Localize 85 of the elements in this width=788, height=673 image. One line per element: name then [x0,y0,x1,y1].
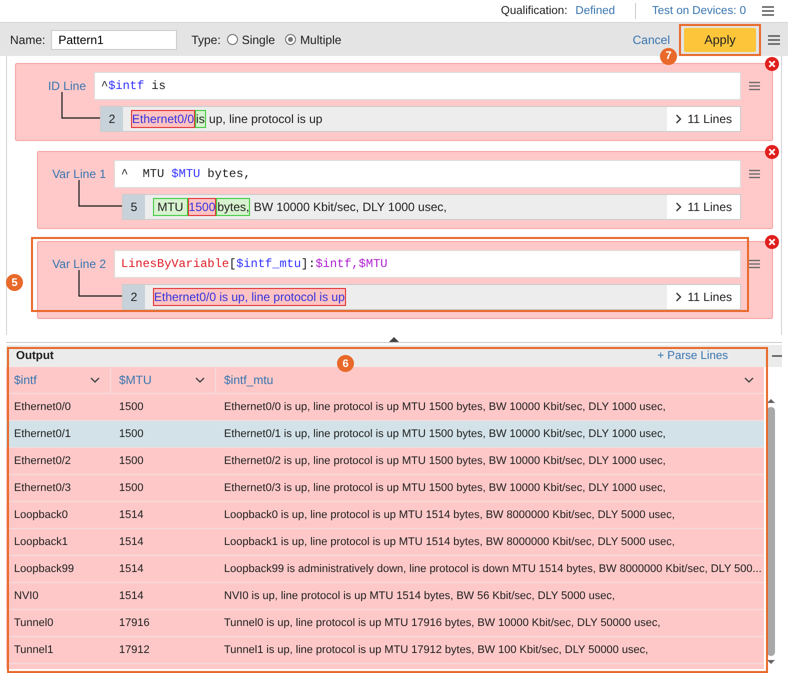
table-cell-text: Ethernet0/2 [13,455,72,467]
chevron-right-icon [674,202,682,212]
table-cell-text: Tunnel0 [13,617,54,629]
table-cell-text: Ethernet0/1 [13,428,72,440]
table-row[interactable]: NVI0 1514 NVI0 is up, line protocol is up MTU 1514 bytes, BW 56 Kbit/sec, DLY 5000 usec, [6,583,764,610]
name-field[interactable]: Pattern1 [51,30,178,50]
table-row[interactable]: Loopback1 1514 Loopback1 is up, line protocol is up MTU 1514 bytes, BW 8000000 Kbit/sec, DLY 5000 usec, [6,529,764,556]
table-row[interactable]: Loopback99 1514 Loopback99 is administratively down, line protocol is down MTU 1514 bytes, BW 8000000 Kbit/sec, DLY 500... [6,556,764,583]
table-row[interactable]: Tunnel0 17916 Tunnel0 is up, line protocol is up MTU 17916 bytes, BW 10000 Kbit/sec, DLY 50000 usec, [6,610,764,637]
table-cell-text: Ethernet0/3 is up, line protocol is up MTU 1500 bytes, BW 10000 Kbit/sec, DLY 1000 usec, [223,482,667,494]
apply-button[interactable]: Apply [684,28,756,52]
delete-icon[interactable] [765,57,779,71]
parse-lines-link[interactable]: + Parse Lines [657,350,728,362]
chevron-right-icon [674,114,682,124]
pattern-field[interactable]: ^$intf is [94,72,741,100]
table-cell-text: Loopback99 is administratively down, line protocol is down MTU 1514 bytes, BW 8000000 Kbit/sec, DLY 500... [223,563,763,575]
table-row[interactable]: Tunnel1 17912 Tunnel1 is up, line protocol is up MTU 17912 bytes, BW 100 Kbit/sec, DLY 50000 usec, [6,637,764,664]
line-number: 2 [101,107,123,131]
menu-icon[interactable] [768,34,780,46]
type-label: Type: [191,32,221,46]
pattern-field[interactable]: LinesByVariable[$intf_mtu]:$intf,$MTU [114,250,741,278]
callout-badge: 7 [660,48,677,64]
table-cell-text: Loopback1 is up, line protocol is up MTU 1514 bytes, BW 8000000 Kbit/sec, DLY 5000 usec, [223,536,676,548]
cancel-link[interactable]: Cancel [632,32,670,46]
delete-icon[interactable] [765,145,779,159]
chevron-down-icon[interactable] [744,377,754,383]
menu-icon[interactable] [749,81,760,91]
qualification-label: Qualification: [500,5,568,17]
line-number: 5 [123,195,145,219]
menu-icon[interactable] [762,6,774,16]
more-lines-link[interactable]: 11 Lines [666,107,740,131]
line-label: ID Line [46,79,87,93]
table-cell-text: Loopback99 [13,563,75,575]
table-cell-text: Tunnel1 is up, line protocol is up MTU 17912 bytes, BW 100 Kbit/sec, DLY 50000 usec, [223,644,650,656]
table-cell-text: 1500 [118,482,144,494]
qualification-link[interactable]: Defined [575,5,616,17]
table-cell-text: 1500 [118,401,144,413]
table-cell-text: 1500 [118,428,144,440]
delete-icon[interactable] [765,235,779,249]
more-lines-link[interactable]: 11 Lines [666,285,740,309]
connector-line [78,270,122,297]
table-cell-text: Loopback0 is up, line protocol is up MTU 1514 bytes, BW 8000000 Kbit/sec, DLY 5000 usec, [223,509,676,521]
output-title: Output [16,350,54,362]
table-cell-text: Ethernet0/1 is up, line protocol is up MTU 1500 bytes, BW 10000 Kbit/sec, DLY 1000 usec, [223,428,667,440]
table-cell-text: 17916 [118,617,151,629]
connector-line [78,180,122,207]
table-cell-text: 1500 [118,455,144,467]
table-cell-text: 17912 [118,644,151,656]
test-on-devices-link[interactable]: Test on Devices: 0 [652,5,746,17]
connector-line [61,92,100,119]
menu-icon[interactable] [749,169,760,179]
table-cell-text: Ethernet0/2 is up, line protocol is up MTU 1500 bytes, BW 10000 Kbit/sec, DLY 1000 usec, [223,455,667,467]
line-number: 2 [123,285,145,309]
type-radio[interactable]: Multiple [285,32,342,46]
splitter-handle-icon[interactable] [389,336,399,342]
table-cell-text: Ethernet0/0 [13,401,72,413]
line-label: Var Line 1 [51,167,107,181]
scroll-up-icon[interactable] [767,398,775,403]
scroll-down-icon[interactable] [767,660,775,665]
table-cell-text: Loopback0 [13,509,69,521]
table-row[interactable]: Ethernet0/2 1500 Ethernet0/2 is up, line protocol is up MTU 1500 bytes, BW 10000 Kbit/sec, DLY 1000 usec, [6,448,764,475]
table-row[interactable]: Ethernet0/3 1500 Ethernet0/3 is up, line protocol is up MTU 1500 bytes, BW 10000 Kbit/sec, DLY 1000 usec, [6,475,764,502]
table-cell-text: 1514 [118,536,144,548]
table-cell-text: Tunnel0 is up, line protocol is up MTU 17916 bytes, BW 10000 Kbit/sec, DLY 50000 usec, [223,617,662,629]
chevron-down-icon[interactable] [195,377,205,383]
table-row[interactable]: Ethernet0/1 1500 Ethernet0/1 is up, line protocol is up MTU 1500 bytes, BW 10000 Kbit/sec, DLY 1000 usec, [6,421,764,448]
table-cell-text: Tunnel1 [13,644,54,656]
callout-badge: 5 [6,274,23,291]
pattern-field[interactable]: ^ MTU $MTU bytes, [114,160,741,188]
table-row[interactable]: Loopback0 1514 Loopback0 is up, line protocol is up MTU 1514 bytes, BW 8000000 Kbit/sec, DLY 5000 usec, [6,502,764,529]
table-cell-text: Ethernet0/3 [13,482,72,494]
table-cell-text: 1514 [118,509,144,521]
name-label: Name: [10,32,46,46]
menu-icon[interactable] [749,259,760,269]
chevron-right-icon [674,292,682,302]
type-radio[interactable]: Single [226,32,276,46]
table-cell-text: Ethernet0/0 is up, line protocol is up MTU 1500 bytes, BW 10000 Kbit/sec, DLY 1000 usec, [223,401,667,413]
table-cell-text: Loopback1 [13,536,69,548]
chevron-down-icon[interactable] [90,377,100,383]
more-lines-link[interactable]: 11 Lines [666,195,740,219]
table-cell-text: 1514 [118,590,144,602]
line-label: Var Line 2 [51,257,107,271]
table-cell-text: NVI0 [13,590,40,602]
table-cell-text: 1514 [118,563,144,575]
table-cell-text: NVI0 is up, line protocol is up MTU 1514 bytes, BW 56 Kbit/sec, DLY 5000 usec, [223,590,616,602]
